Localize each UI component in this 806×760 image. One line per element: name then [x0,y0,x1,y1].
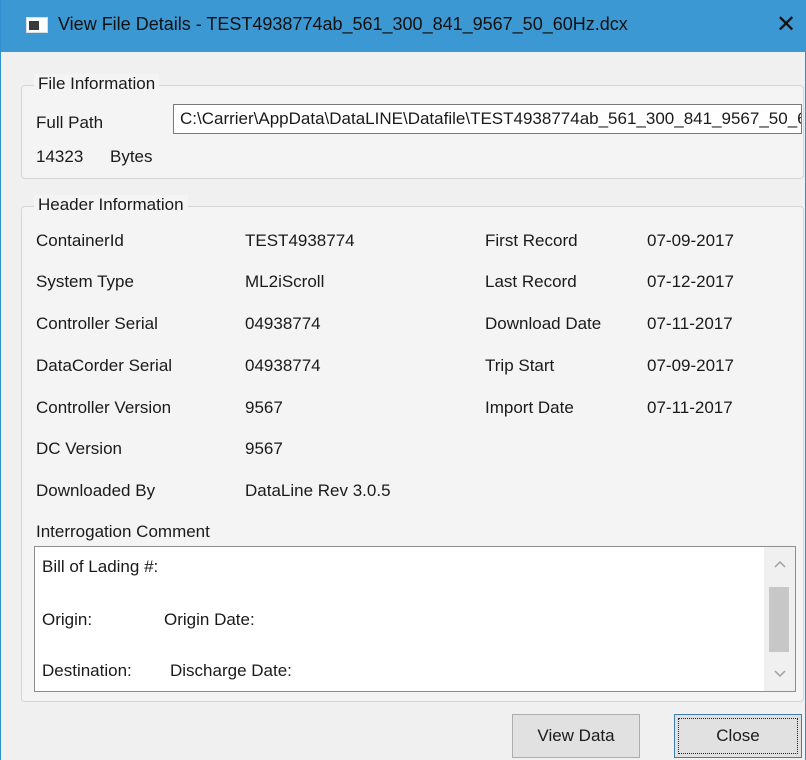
system-type-value: ML2iScroll [245,272,325,291]
close-button[interactable]: Close [674,714,802,758]
comment-line-origin: Origin: [42,610,93,629]
containerid-value: TEST4938774 [245,231,355,250]
interrogation-comment-label: Interrogation Comment [36,522,210,541]
file-size-value: 14323 [36,147,84,166]
header-information-legend: Header Information [34,195,188,215]
chevron-down-icon[interactable] [764,665,795,685]
controller-version-value: 9567 [245,398,283,417]
full-path-field[interactable]: C:\Carrier\AppData\DataLINE\Datafile\TES… [173,104,802,134]
trip-start-value: 07-09-2017 [647,356,734,375]
close-icon[interactable]: ✕ [771,10,801,40]
view-data-button-label: View Data [537,726,615,745]
view-data-button[interactable]: View Data [512,714,640,758]
downloaded-by-value: DataLine Rev 3.0.5 [245,481,391,500]
datacorder-serial-value: 04938774 [245,356,321,375]
system-type-label: System Type [36,272,134,291]
file-information-legend: File Information [34,74,160,94]
last-record-label: Last Record [485,272,577,291]
import-date-label: Import Date [485,398,574,417]
controller-serial-label: Controller Serial [36,314,158,333]
dc-version-value: 9567 [245,439,283,458]
last-record-value: 07-12-2017 [647,272,734,291]
comment-line-bill-of-lading: Bill of Lading #: [42,557,159,576]
file-size-unit: Bytes [110,147,153,166]
full-path-value: C:\Carrier\AppData\DataLINE\Datafile\TES… [180,109,802,128]
downloaded-by-label: Downloaded By [36,481,156,500]
trip-start-label: Trip Start [485,356,555,375]
comment-line-origin-date: Origin Date: [164,610,255,629]
file-details-window: View File Details - TEST4938774ab_561_30… [0,0,806,760]
full-path-label: Full Path [36,113,104,132]
scrollbar-thumb[interactable] [769,587,789,652]
comment-line-destination: Destination: [42,661,132,680]
focus-rectangle [678,718,798,754]
window-title: View File Details - TEST4938774ab_561_30… [58,14,628,34]
window-app-icon [26,17,48,33]
interrogation-comment-textarea[interactable]: Bill of Lading #: Origin: Origin Date: D… [34,546,796,692]
first-record-label: First Record [485,231,578,250]
import-date-value: 07-11-2017 [647,398,733,417]
comment-line-discharge-date: Discharge Date: [170,661,292,680]
comment-scrollbar[interactable] [764,547,795,691]
datacorder-serial-label: DataCorder Serial [36,356,173,375]
first-record-value: 07-09-2017 [647,231,734,250]
download-date-value: 07-11-2017 [647,314,733,333]
controller-version-label: Controller Version [36,398,172,417]
chevron-up-icon[interactable] [764,555,795,575]
title-bar[interactable]: View File Details - TEST4938774ab_561_30… [1,0,806,52]
dc-version-label: DC Version [36,439,122,458]
containerid-label: ContainerId [36,231,124,250]
controller-serial-value: 04938774 [245,314,321,333]
download-date-label: Download Date [485,314,602,333]
